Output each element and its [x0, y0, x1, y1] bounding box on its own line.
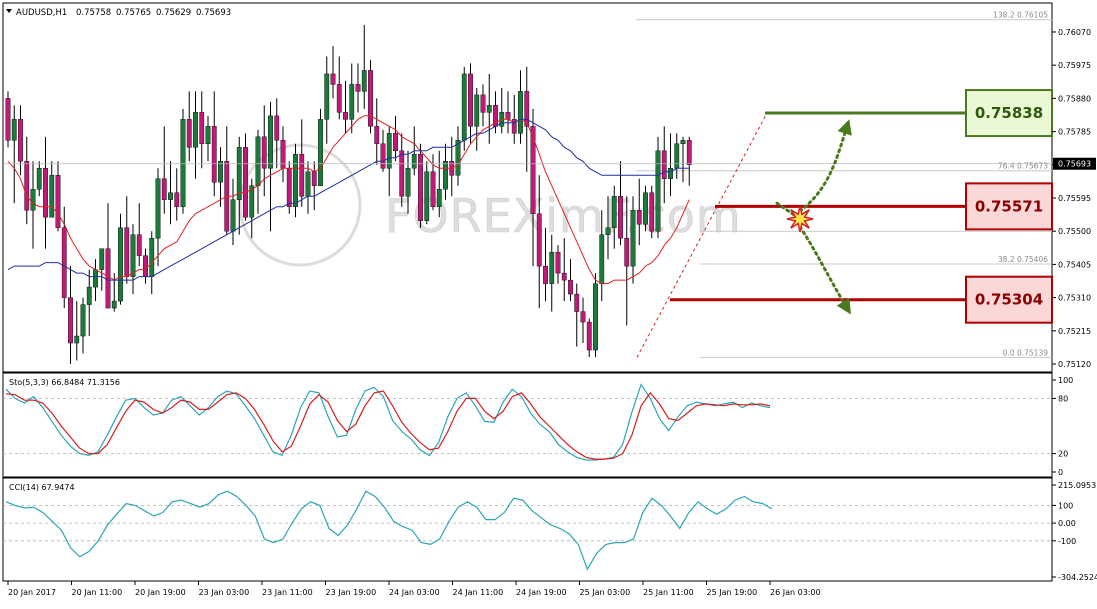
current-price-text: 0.75693: [1058, 160, 1091, 169]
cci-title: CCI(14) 67.9474: [9, 483, 75, 492]
sto-tick-label: 0: [1058, 468, 1063, 477]
cci-tick-label: -304.2524: [1058, 573, 1097, 582]
fib-label: 138.2 0.76105: [993, 11, 1048, 20]
time-tick-label: 20 Jan 19:00: [135, 588, 186, 597]
time-tick-label: 20 Jan 11:00: [72, 588, 123, 597]
stochastic-title: Sto(5,3,3) 66.8484 71.3156: [9, 378, 120, 387]
time-tick-label: 24 Jan 19:00: [516, 588, 567, 597]
candle: [286, 161, 292, 214]
price-axis: 0.760700.759750.758800.757850.756900.755…: [1052, 28, 1096, 369]
cci-tick-label: 100: [1058, 501, 1073, 510]
symbol-label: AUDUSD,H1: [16, 8, 67, 18]
time-tick-label: 23 Jan 19:00: [326, 588, 377, 597]
candle: [368, 59, 373, 134]
candle: [461, 66, 467, 151]
price-tick-label: 0.75500: [1058, 227, 1091, 236]
price-tick-label: 0.75595: [1058, 194, 1091, 203]
sto-tick-label: 100: [1058, 376, 1073, 385]
ohlc-close: 0.75693: [196, 8, 231, 18]
price-tick-label: 0.75880: [1058, 94, 1091, 103]
time-tick-label: 24 Jan 03:00: [389, 588, 440, 597]
candle: [643, 185, 648, 232]
level-price-text: 0.75838: [975, 104, 1043, 122]
price-tick-label: 0.76070: [1058, 28, 1091, 37]
candle: [180, 108, 186, 214]
chart-canvas: FOREXimF.com AUDUSD,H1 0.75758 0.75765 0…: [2, 2, 1097, 597]
symbol-header[interactable]: AUDUSD,H1 0.75758 0.75765 0.75629 0.7569…: [6, 8, 231, 18]
sto-tick-label: 80: [1058, 394, 1068, 403]
fib-label: 76.4 0.75673: [998, 162, 1048, 171]
time-tick-label: 25 Jan 19:00: [707, 588, 758, 597]
ohlc-open: 0.75758: [76, 8, 111, 18]
ohlc-low: 0.75629: [156, 8, 191, 18]
time-tick-label: 20 Jan 2017: [8, 588, 56, 597]
level-price-text: 0.75304: [975, 291, 1043, 309]
candle: [293, 143, 298, 218]
price-tick-label: 0.75310: [1058, 294, 1091, 303]
price-tick-label: 0.75405: [1058, 260, 1091, 269]
price-tick-label: 0.75785: [1058, 128, 1091, 137]
time-tick-label: 26 Jan 03:00: [770, 588, 821, 597]
fib-label: 0.0 0.75139: [1003, 348, 1049, 357]
time-axis: 20 Jan 2017 20 Jan 11:00 20 Jan 19:00 23 Ja…: [7, 581, 821, 597]
fib-label: 38.2 0.75406: [998, 255, 1048, 264]
price-tick-label: 0.75120: [1058, 360, 1091, 369]
sto-tick-label: 20: [1058, 450, 1068, 459]
time-tick-label: 23 Jan 03:00: [199, 588, 250, 597]
candle: [318, 108, 323, 186]
ohlc-high: 0.75765: [116, 8, 151, 18]
time-tick-label: 25 Jan 11:00: [643, 588, 694, 597]
cci-tick-label: -100: [1058, 537, 1076, 546]
time-tick-label: 23 Jan 11:00: [262, 588, 313, 597]
breakout-burst-icon: [786, 205, 814, 233]
price-tick-label: 0.75215: [1058, 327, 1091, 336]
stochastic-pane[interactable]: [2, 372, 1053, 478]
candle: [418, 143, 423, 228]
time-tick-label: 25 Jan 03:00: [580, 588, 631, 597]
time-tick-label: 24 Jan 11:00: [453, 588, 504, 597]
cci-tick-label: 0.00: [1058, 519, 1076, 528]
level-price-text: 0.75571: [975, 197, 1043, 215]
price-tick-label: 0.75975: [1058, 61, 1091, 70]
cci-pane[interactable]: [2, 477, 1053, 582]
cci-tick-label: 215.0953: [1058, 481, 1096, 490]
chart-window: FOREXimF.com AUDUSD,H1 0.75758 0.75765 0…: [0, 0, 1097, 605]
candle: [593, 273, 598, 358]
candle: [655, 136, 661, 239]
candle: [5, 91, 11, 148]
candle: [649, 185, 655, 239]
